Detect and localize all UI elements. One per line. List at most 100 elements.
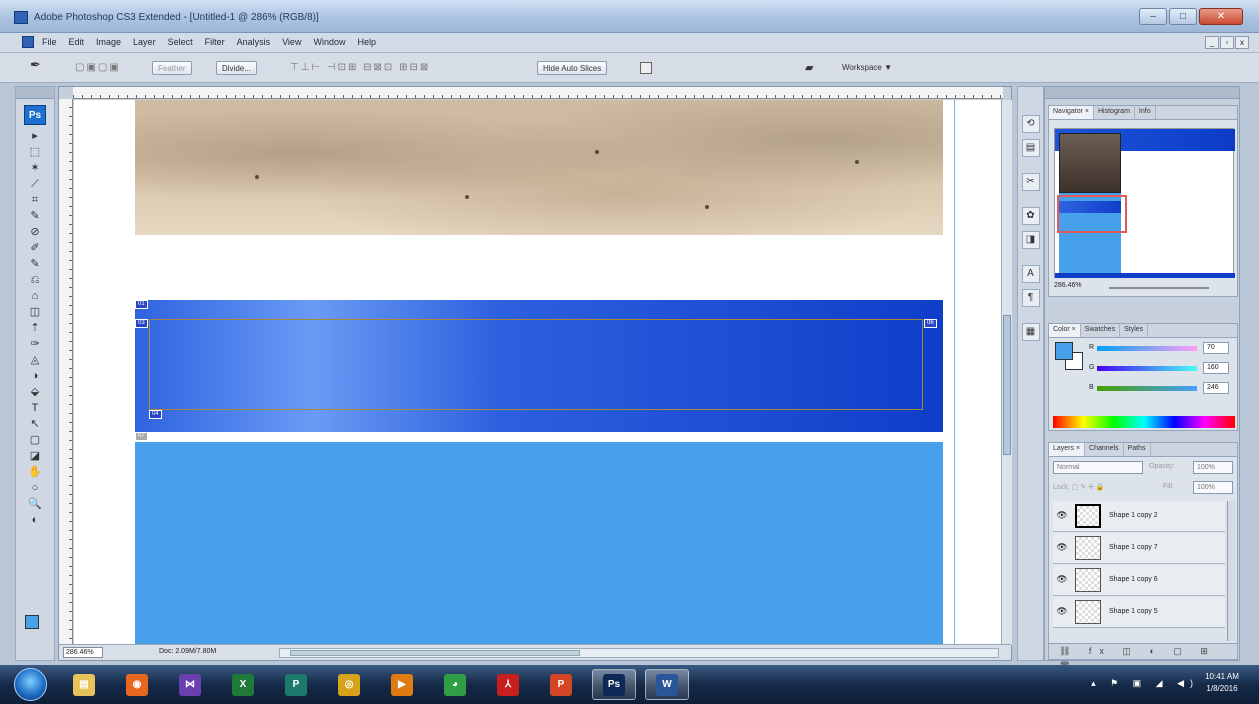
slice-tag[interactable]: 07 [135, 432, 148, 441]
tool-icon[interactable]: ✑ [24, 337, 46, 352]
tool-icon[interactable]: ◬ [24, 353, 46, 368]
opacity-field[interactable]: 100% [1193, 461, 1233, 474]
align-distribute-icons[interactable]: ⊤⊥⊢ ⊣⊡⊞ ⊟⊠⊡ ⊞⊟⊠ [290, 61, 430, 75]
layer-row[interactable]: 👁 Shape 1 copy 2 [1053, 501, 1225, 532]
panel-dock-grip[interactable] [1045, 87, 1239, 99]
taskbar-photoshop-button[interactable]: Ps [592, 669, 636, 700]
navigator-zoom-value[interactable]: 286.46% [1054, 282, 1082, 289]
green-slider[interactable] [1097, 366, 1197, 371]
lock-controls[interactable]: Lock: ▢ ✎ ✛ 🔒 [1053, 483, 1105, 491]
layers-footer-icons[interactable]: ⛓ fx ◫ ◐ ▢ ⊞ 🗑 [1049, 643, 1237, 671]
bridge-icon[interactable]: ▰ [805, 61, 813, 75]
tab-styles[interactable]: Styles [1120, 324, 1149, 337]
red-slider[interactable] [1097, 346, 1197, 351]
tool-icon[interactable]: ▢ [24, 433, 46, 448]
taskbar-firefox-button[interactable]: ◉ [115, 669, 159, 700]
minimize-button[interactable]: – [1139, 8, 1167, 25]
layer-row[interactable]: 👁 Shape 1 copy 6 [1053, 565, 1225, 596]
fill-field[interactable]: 100% [1193, 481, 1233, 494]
zoom-field[interactable]: 286.46% [63, 647, 103, 658]
tool-icon[interactable]: ▸ [24, 129, 46, 144]
menu-file[interactable]: File [42, 37, 57, 47]
tool-icon[interactable]: 🔍 [24, 497, 46, 512]
tab-info[interactable]: Info [1135, 106, 1156, 119]
menu-window[interactable]: Window [313, 37, 345, 47]
taskbar-media-button[interactable]: ▶ [380, 669, 424, 700]
doc-close-button[interactable]: x [1235, 36, 1249, 49]
tool-icon[interactable]: ✎ [24, 257, 46, 272]
slice-options-icon[interactable] [640, 62, 652, 74]
color-spectrum-ramp[interactable] [1053, 416, 1235, 428]
close-button[interactable]: ✕ [1199, 8, 1243, 25]
character-icon[interactable]: A [1021, 265, 1040, 283]
horizontal-ruler[interactable] [73, 87, 1003, 99]
layer-row[interactable]: 👁 Shape 1 copy 5 [1053, 597, 1225, 628]
visibility-eye-icon[interactable]: 👁 [1055, 542, 1069, 554]
foreground-color-swatch[interactable] [25, 615, 39, 629]
tool-icon[interactable]: ⟋ [24, 177, 46, 192]
hide-auto-slices-button[interactable]: Hide Auto Slices [537, 61, 608, 75]
red-value[interactable]: 70 [1203, 342, 1229, 354]
blue-slider[interactable] [1097, 386, 1197, 391]
document-icon[interactable] [22, 36, 34, 48]
layer-name[interactable]: Shape 1 copy 2 [1109, 512, 1158, 519]
navigator-thumbnail[interactable] [1054, 128, 1235, 278]
tool-presets-icon[interactable]: ✂ [1021, 173, 1040, 191]
taskbar-publisher-button[interactable]: P [274, 669, 318, 700]
tool-icon[interactable]: ⇡ [24, 321, 46, 336]
feather-button[interactable]: Feather [152, 61, 192, 75]
tool-icon[interactable]: ⬙ [24, 385, 46, 400]
horizontal-scroll-thumb[interactable] [290, 650, 580, 656]
visibility-eye-icon[interactable]: 👁 [1055, 574, 1069, 586]
blend-mode-select[interactable]: Normal [1053, 461, 1143, 474]
tool-icon[interactable]: ◑ [24, 369, 46, 384]
tool-icon[interactable]: ✎ [24, 209, 46, 224]
brushes-icon[interactable]: ✿ [1021, 207, 1040, 225]
layer-name[interactable]: Shape 1 copy 7 [1109, 544, 1158, 551]
tools-panel-grip[interactable] [16, 87, 54, 99]
tool-icon[interactable]: ✋ [24, 465, 46, 480]
canvas[interactable]: 01 03 04 06 07 [74, 100, 1001, 645]
layer-name[interactable]: Shape 1 copy 5 [1109, 608, 1158, 615]
taskbar-explorer-button[interactable]: ▤ [62, 669, 106, 700]
tool-icon[interactable]: ◐ [24, 513, 46, 528]
menu-edit[interactable]: Edit [69, 37, 85, 47]
taskbar-excel-button[interactable]: X [221, 669, 265, 700]
slice-tool-icon[interactable]: ✒ [30, 58, 41, 72]
horizontal-scrollbar[interactable] [279, 648, 999, 658]
taskbar-chrome-button[interactable]: ◕ [433, 669, 477, 700]
menu-help[interactable]: Help [357, 37, 376, 47]
layer-row[interactable]: 👁 Shape 1 copy 7 [1053, 533, 1225, 564]
foreground-color-chip[interactable] [1055, 342, 1073, 360]
menu-filter[interactable]: Filter [205, 37, 225, 47]
visibility-eye-icon[interactable]: 👁 [1055, 606, 1069, 618]
tool-icon[interactable]: ◫ [24, 305, 46, 320]
menu-layer[interactable]: Layer [133, 37, 156, 47]
tool-icon[interactable]: ✶ [24, 161, 46, 176]
slice-tag[interactable]: 01 [135, 300, 148, 309]
visibility-eye-icon[interactable]: 👁 [1055, 510, 1069, 522]
navigator-view-box[interactable] [1057, 195, 1127, 233]
tool-icon[interactable]: ○ [24, 481, 46, 496]
menu-select[interactable]: Select [168, 37, 193, 47]
actions-icon[interactable]: ▤ [1021, 139, 1040, 157]
system-tray-icons[interactable]: ▴ ⚑ ▣ ◢ ◀) [1091, 678, 1199, 689]
tab-histogram[interactable]: Histogram [1094, 106, 1135, 119]
maximize-button[interactable]: □ [1169, 8, 1197, 25]
navigator-zoom-slider[interactable] [1109, 287, 1209, 289]
menu-image[interactable]: Image [96, 37, 121, 47]
blue-value[interactable]: 246 [1203, 382, 1229, 394]
taskbar-word-button[interactable]: W [645, 669, 689, 700]
layers-scrollbar[interactable] [1227, 501, 1236, 641]
taskbar-pdf-button[interactable]: ⅄ [486, 669, 530, 700]
tab-navigator[interactable]: Navigator × [1049, 106, 1094, 119]
slice-tag[interactable]: 03 [135, 319, 148, 328]
paragraph-icon[interactable]: ¶ [1021, 289, 1040, 307]
vertical-scroll-thumb[interactable] [1003, 315, 1011, 455]
tool-icon[interactable]: ⬚ [24, 145, 46, 160]
guide-line[interactable] [954, 100, 955, 645]
taskbar-visual-studio-button[interactable]: ⋈ [168, 669, 212, 700]
tool-icon[interactable]: ⌂ [24, 289, 46, 304]
doc-minimize-button[interactable]: _ [1205, 36, 1219, 49]
tab-swatches[interactable]: Swatches [1081, 324, 1121, 337]
